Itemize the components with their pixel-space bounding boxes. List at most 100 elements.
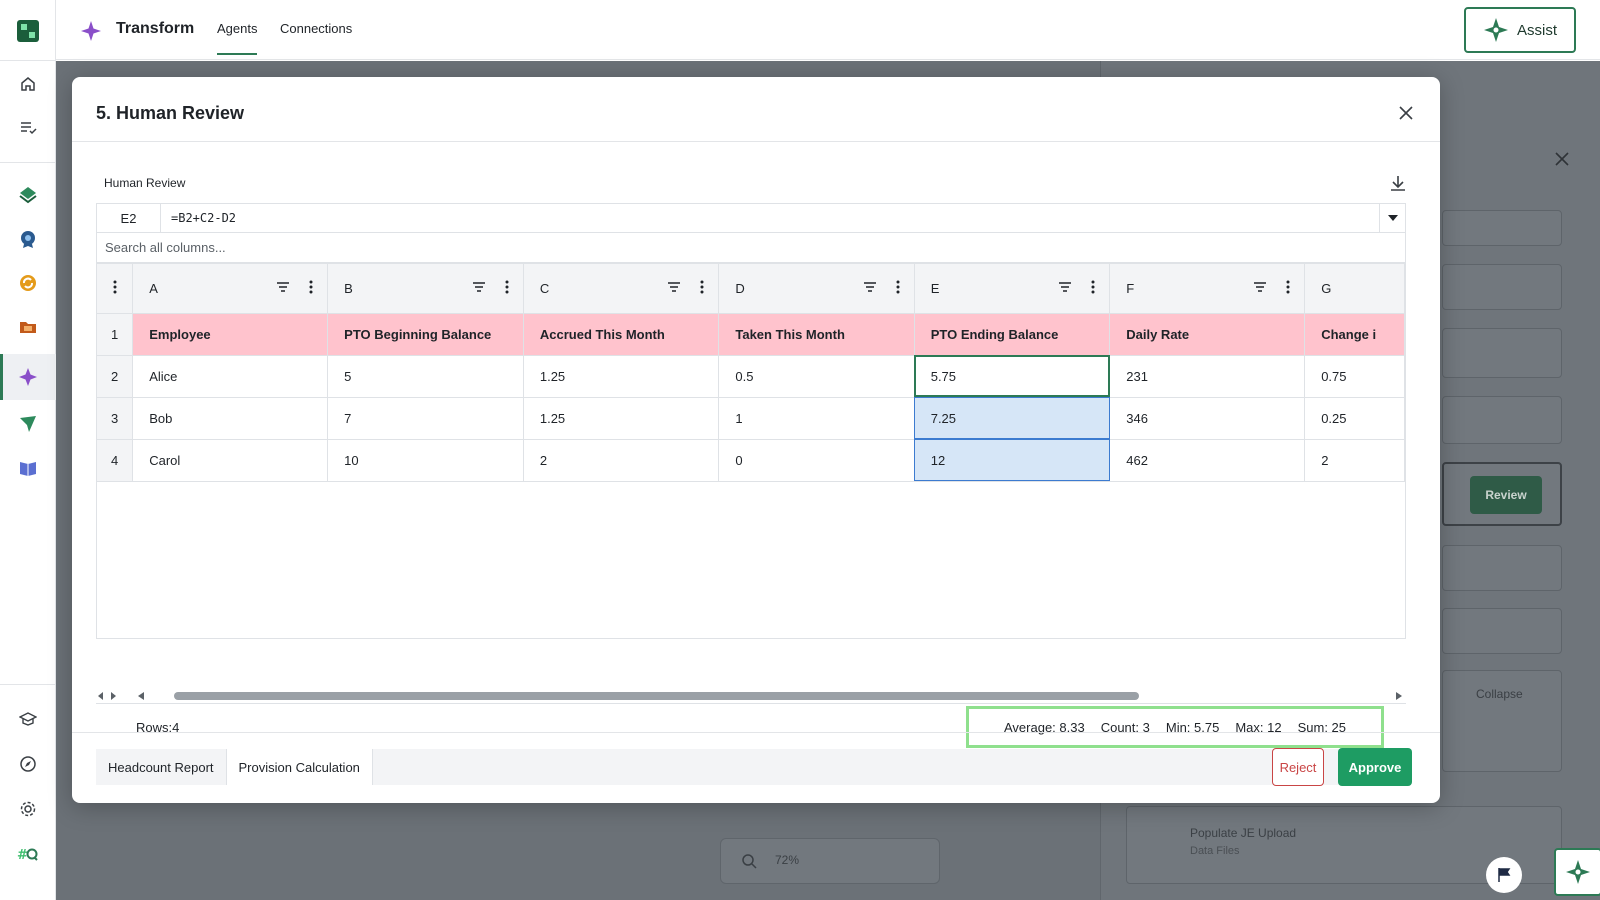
app-logo-icon[interactable] <box>17 20 39 42</box>
scroll-left-icon[interactable] <box>138 692 144 700</box>
column-header-e[interactable]: E <box>914 264 1111 314</box>
table-cell[interactable]: 7 <box>327 397 524 440</box>
sheet-nav-arrows-icon[interactable] <box>98 692 116 700</box>
formula-input[interactable] <box>161 204 1379 232</box>
kebab-icon[interactable] <box>700 280 704 294</box>
row-number[interactable]: 3 <box>97 397 134 440</box>
table-cell[interactable]: 0 <box>718 439 915 482</box>
filter-icon[interactable] <box>472 282 485 292</box>
filter-icon[interactable] <box>277 282 290 292</box>
table-cell[interactable]: 1.25 <box>523 397 720 440</box>
kebab-icon <box>113 280 117 294</box>
table-cell[interactable]: 0.25 <box>1304 397 1405 440</box>
search-input[interactable] <box>96 233 1406 263</box>
layers-icon[interactable] <box>14 181 42 209</box>
filter-icon[interactable] <box>1254 282 1267 292</box>
home-icon[interactable] <box>14 70 42 98</box>
active-cell[interactable]: 5.75 <box>914 355 1111 398</box>
column-header-g[interactable]: G <box>1304 264 1405 314</box>
sheet-tabs: Headcount Report Provision Calculation <box>96 749 1406 785</box>
approve-button[interactable]: Approve <box>1338 748 1412 786</box>
send-icon[interactable] <box>14 410 42 438</box>
column-header-c[interactable]: C <box>523 264 720 314</box>
book-icon[interactable] <box>14 454 42 482</box>
floating-assist-button[interactable] <box>1554 848 1600 896</box>
table-cell[interactable]: Employee <box>132 313 329 356</box>
table-cell[interactable]: 0.5 <box>718 355 915 398</box>
table-cell[interactable]: PTO Beginning Balance <box>327 313 524 356</box>
scroll-right-icon[interactable] <box>1396 692 1402 700</box>
sync-icon[interactable] <box>14 269 42 297</box>
tasks-icon[interactable] <box>14 114 42 142</box>
filter-icon[interactable] <box>668 282 681 292</box>
kebab-icon[interactable] <box>896 280 900 294</box>
table-cell[interactable]: Daily Rate <box>1109 313 1306 356</box>
table-cell[interactable]: Taken This Month <box>718 313 915 356</box>
column-header-a[interactable]: A <box>132 264 329 314</box>
table-cell[interactable]: 2 <box>523 439 720 482</box>
left-sidebar: # <box>0 0 56 900</box>
table-cell[interactable]: Bob <box>132 397 329 440</box>
table-cell[interactable]: Carol <box>132 439 329 482</box>
column-header-d[interactable]: D <box>718 264 915 314</box>
svg-text:#: # <box>17 848 28 862</box>
table-cell[interactable]: 10 <box>327 439 524 482</box>
tab-agents[interactable]: Agents <box>217 21 258 55</box>
assist-button[interactable]: Assist <box>1464 7 1576 53</box>
table-cell[interactable]: 346 <box>1109 397 1306 440</box>
badge-icon[interactable] <box>14 225 42 253</box>
selected-cell[interactable]: 7.25 <box>914 397 1111 440</box>
folder-icon[interactable] <box>14 313 42 341</box>
kebab-icon[interactable] <box>1091 280 1095 294</box>
assist-icon <box>1566 860 1590 884</box>
table-cell[interactable]: 2 <box>1304 439 1405 482</box>
close-icon <box>1399 106 1413 120</box>
scrollbar-thumb[interactable] <box>174 692 1139 700</box>
row-number[interactable]: 2 <box>97 355 134 398</box>
filter-icon[interactable] <box>1059 282 1072 292</box>
zoom-level: 72% <box>775 853 800 867</box>
sidebar-divider <box>0 162 56 163</box>
sparkle-icon[interactable] <box>14 363 42 391</box>
compass-icon[interactable] <box>14 750 42 778</box>
column-header-b[interactable]: B <box>327 264 524 314</box>
column-letter: G <box>1321 281 1332 296</box>
background-populate-subtitle: Data Files <box>1190 845 1240 857</box>
select-all-menu[interactable] <box>97 264 134 314</box>
column-letter: E <box>930 281 940 296</box>
table-cell[interactable]: 0.75 <box>1304 355 1405 398</box>
cell-reference[interactable]: E2 <box>97 204 161 232</box>
table-cell[interactable]: 5 <box>327 355 524 398</box>
column-letter: D <box>735 281 745 296</box>
sheet-tab-provision-calculation[interactable]: Provision Calculation <box>226 749 373 785</box>
horizontal-scrollbar[interactable] <box>96 689 1406 703</box>
filter-icon[interactable] <box>863 282 876 292</box>
table-cell[interactable]: 1 <box>718 397 915 440</box>
table-cell[interactable]: Alice <box>132 355 329 398</box>
column-header-f[interactable]: F <box>1109 264 1306 314</box>
reject-button[interactable]: Reject <box>1272 748 1324 786</box>
table-cell[interactable]: 1.25 <box>523 355 720 398</box>
close-button[interactable] <box>1394 101 1418 125</box>
download-icon[interactable] <box>1388 173 1408 196</box>
kebab-icon[interactable] <box>309 280 313 294</box>
background-card <box>1442 328 1562 378</box>
hashq-icon[interactable]: # <box>14 840 42 868</box>
table-cell[interactable]: Accrued This Month <box>523 313 720 356</box>
table-cell[interactable]: Change i <box>1304 313 1405 356</box>
kebab-icon[interactable] <box>505 280 509 294</box>
learn-icon[interactable] <box>14 705 42 733</box>
table-cell[interactable]: PTO Ending Balance <box>914 313 1111 356</box>
row-number[interactable]: 1 <box>97 313 134 356</box>
formula-bar: E2 <box>96 203 1406 233</box>
table-cell[interactable]: 231 <box>1109 355 1306 398</box>
flag-button[interactable] <box>1486 857 1522 893</box>
gear-icon[interactable] <box>14 795 42 823</box>
row-number[interactable]: 4 <box>97 439 134 482</box>
table-cell[interactable]: 462 <box>1109 439 1306 482</box>
formula-dropdown[interactable] <box>1379 204 1405 232</box>
tab-connections[interactable]: Connections <box>280 21 352 36</box>
selected-cell[interactable]: 12 <box>914 439 1111 482</box>
kebab-icon[interactable] <box>1286 280 1290 294</box>
sheet-tab-headcount-report[interactable]: Headcount Report <box>96 749 227 785</box>
